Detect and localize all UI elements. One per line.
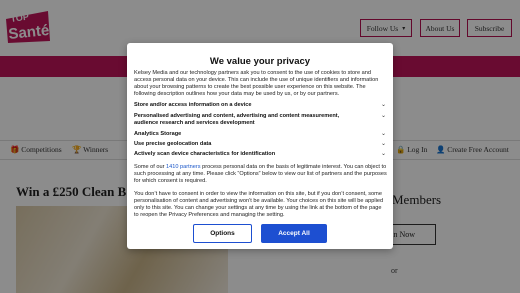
chevron-down-icon: ⌄ — [380, 141, 386, 147]
chevron-down-icon: ⌄ — [380, 151, 386, 157]
purpose-analytics-label: Analytics Storage — [134, 131, 182, 137]
purpose-analytics[interactable]: Analytics Storage ⌄ — [134, 131, 389, 140]
purpose-personalised-ads-label: Personalised advertising and content, ad… — [134, 113, 340, 126]
purpose-geolocation[interactable]: Use precise geolocation data ⌄ — [134, 141, 389, 150]
chevron-down-icon: ⌄ — [380, 113, 386, 119]
purpose-personalised-ads[interactable]: Personalised advertising and content, ad… — [134, 113, 389, 128]
consent-dialog: We value your privacy Kelsey Media and o… — [127, 43, 393, 249]
purpose-device-scan[interactable]: Actively scan device characteristics for… — [134, 151, 389, 160]
purpose-geolocation-label: Use precise geolocation data — [134, 141, 212, 147]
accept-all-button[interactable]: Accept All — [261, 224, 327, 243]
consent-footer-text: You don’t have to consent in order to vi… — [134, 191, 384, 219]
purpose-storage[interactable]: Store and/or access information on a dev… — [134, 102, 389, 111]
chevron-down-icon: ⌄ — [380, 102, 386, 108]
partners-link[interactable]: 1410 partners — [166, 164, 201, 170]
partners-prefix: Some of our — [134, 164, 167, 170]
options-button[interactable]: Options — [193, 224, 252, 243]
purpose-storage-label: Store and/or access information on a dev… — [134, 102, 252, 108]
consent-title: We value your privacy — [209, 56, 311, 67]
partners-paragraph: Some of our 1410 partners process person… — [134, 164, 387, 185]
purpose-device-scan-label: Actively scan device characteristics for… — [134, 151, 276, 157]
consent-intro: Kelsey Media and our technology partners… — [134, 70, 379, 98]
chevron-down-icon: ⌄ — [380, 131, 386, 137]
